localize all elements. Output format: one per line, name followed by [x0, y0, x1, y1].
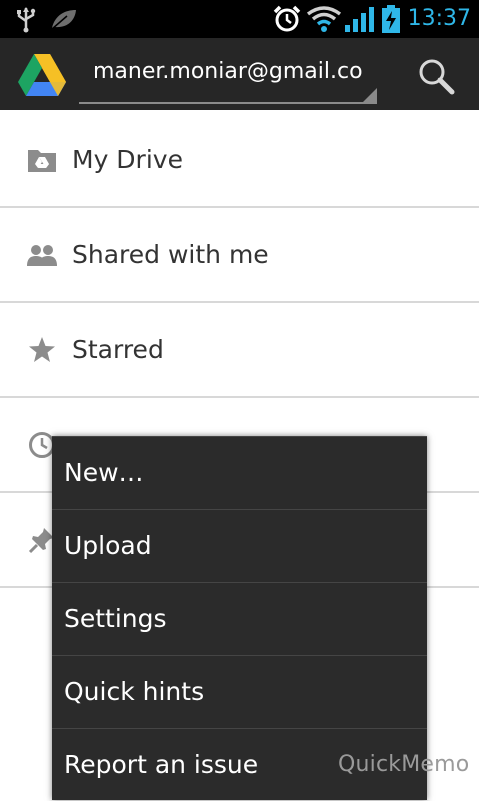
star-icon	[26, 334, 58, 366]
nav-item-shared-with-me[interactable]: Shared with me	[0, 208, 479, 303]
menu-item-quick-hints[interactable]: Quick hints	[52, 656, 427, 729]
leaf-icon	[48, 4, 80, 34]
status-time: 13:37	[407, 6, 471, 31]
overflow-menu: New… Upload Settings Quick hints Report …	[52, 436, 427, 800]
menu-item-new[interactable]: New…	[52, 437, 427, 510]
spinner-arrow-icon	[363, 88, 377, 102]
quickmemo-watermark: QuickMemo	[338, 752, 470, 777]
action-bar: maner.moniar@gmail.com	[0, 38, 479, 110]
battery-charging-icon	[380, 4, 402, 34]
account-email: maner.moniar@gmail.com	[93, 59, 363, 84]
status-bar: 13:37	[0, 0, 479, 38]
nav-item-label: My Drive	[72, 145, 183, 174]
menu-item-settings[interactable]: Settings	[52, 583, 427, 656]
nav-item-label: Starred	[72, 335, 164, 364]
account-spinner[interactable]: maner.moniar@gmail.com	[79, 48, 377, 104]
menu-item-upload[interactable]: Upload	[52, 510, 427, 583]
nav-item-my-drive[interactable]: My Drive	[0, 113, 479, 208]
usb-icon	[14, 4, 38, 34]
nav-item-label: Shared with me	[72, 240, 269, 269]
drive-folder-icon	[26, 144, 58, 176]
nav-item-starred[interactable]: Starred	[0, 303, 479, 398]
google-drive-logo[interactable]	[18, 52, 66, 96]
menu-item-label: Report an issue	[64, 750, 259, 779]
menu-item-label: Settings	[64, 604, 167, 633]
menu-item-label: New…	[64, 458, 144, 487]
search-icon[interactable]	[416, 56, 456, 96]
alarm-icon	[272, 4, 302, 34]
menu-item-label: Upload	[64, 531, 152, 560]
people-icon	[26, 239, 58, 271]
menu-item-label: Quick hints	[64, 677, 205, 706]
signal-icon	[344, 4, 376, 34]
wifi-icon	[306, 4, 342, 34]
